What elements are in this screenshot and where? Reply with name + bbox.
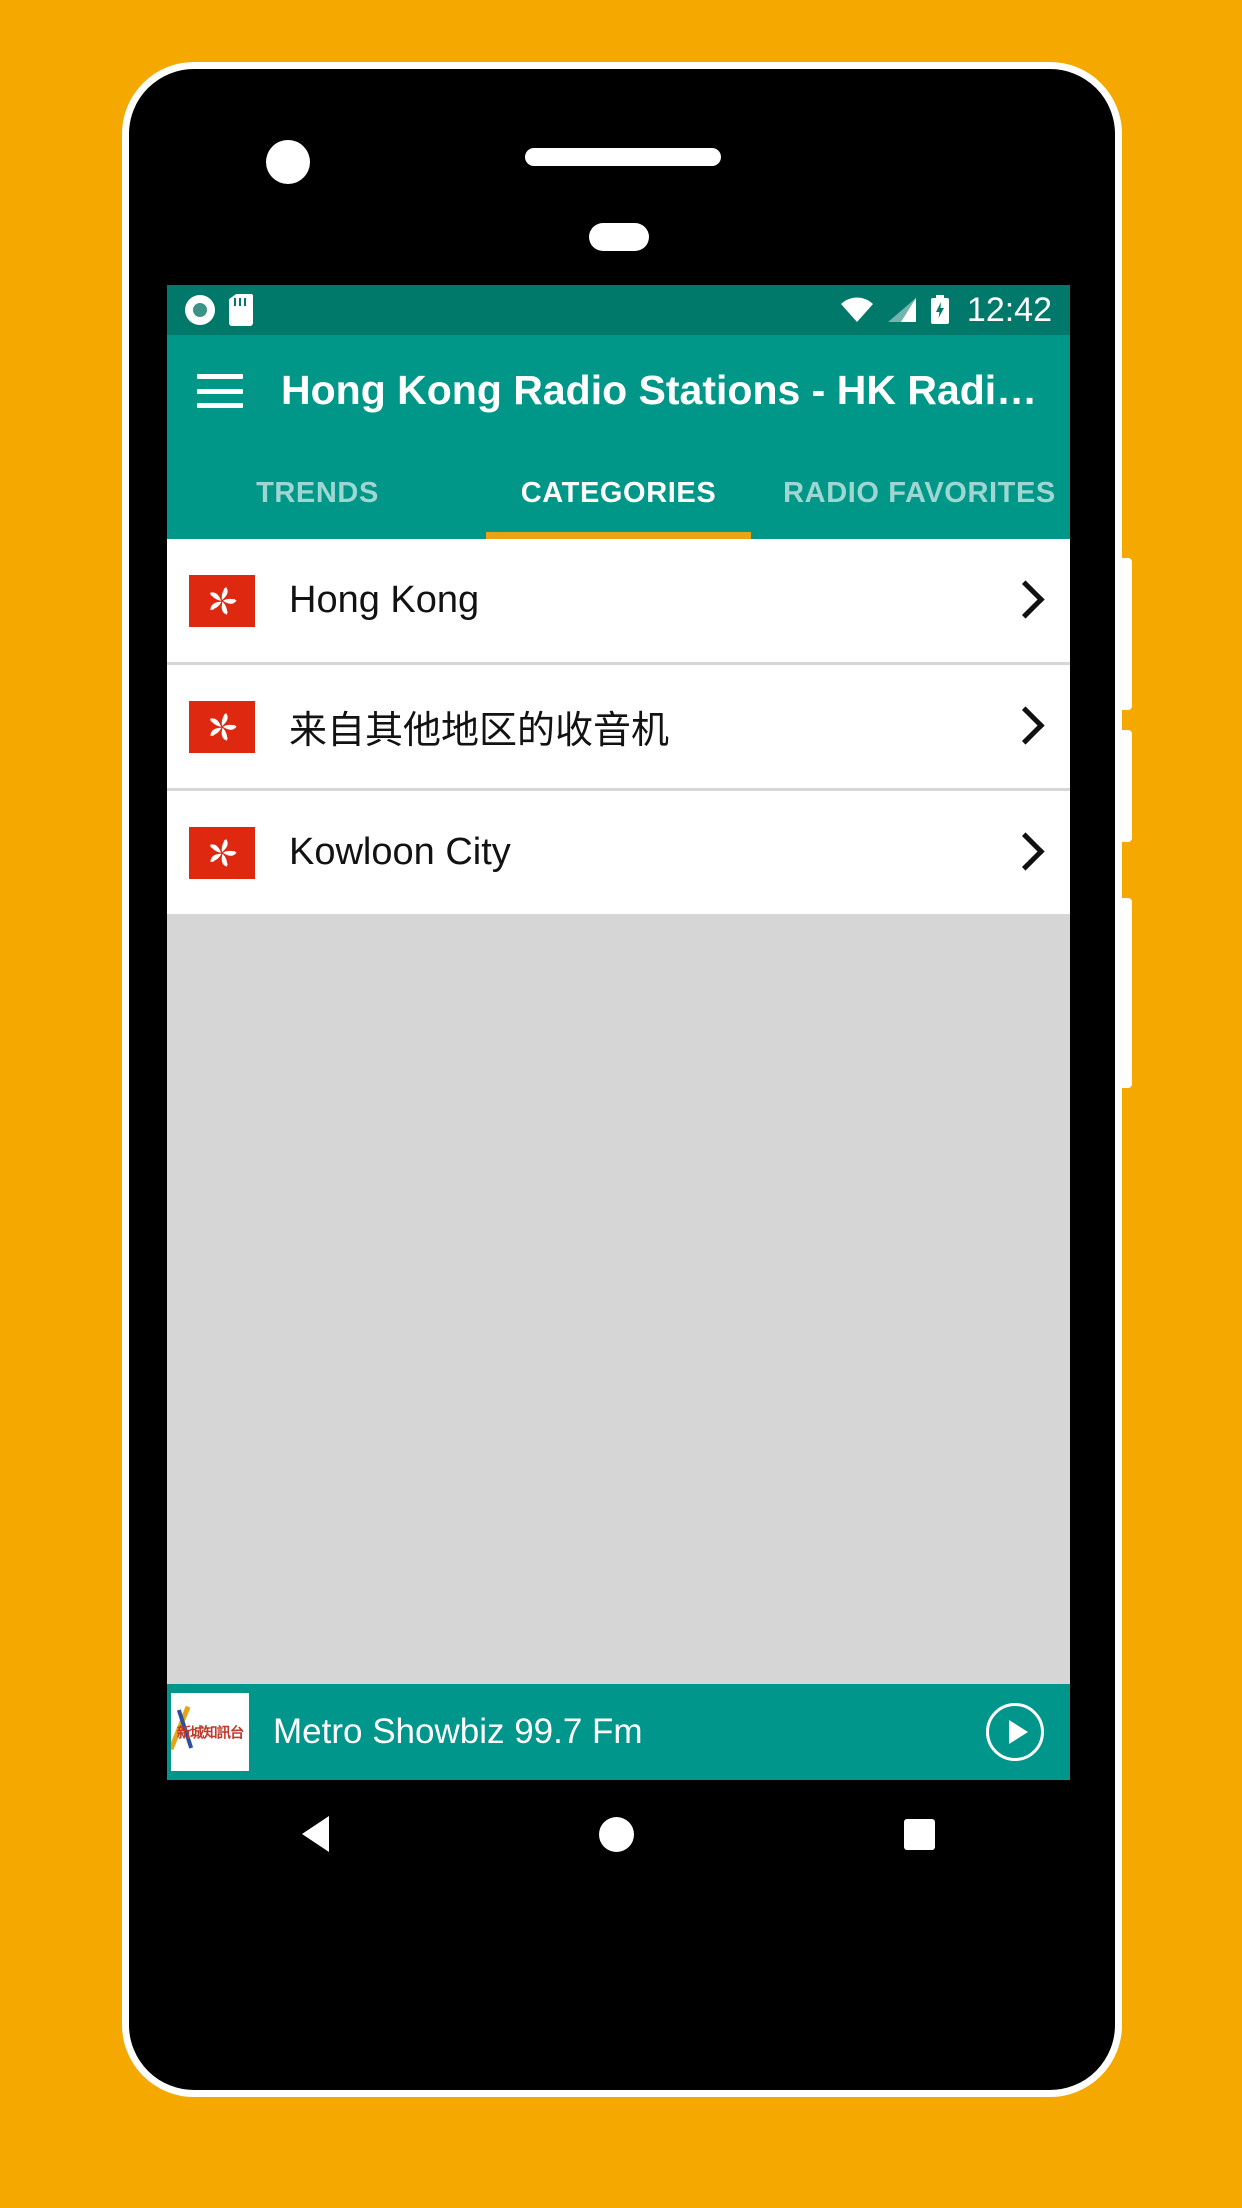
list-item[interactable]: Hong Kong bbox=[167, 539, 1070, 662]
status-bar-left-icons bbox=[185, 294, 253, 326]
chevron-right-icon[interactable] bbox=[1010, 831, 1040, 875]
hamburger-menu-icon[interactable] bbox=[197, 374, 243, 408]
chevron-right-icon[interactable] bbox=[1010, 579, 1040, 623]
sd-card-icon bbox=[229, 294, 253, 326]
proximity-sensor bbox=[589, 223, 649, 251]
cellular-signal-icon bbox=[887, 297, 917, 323]
status-bar-clock: 12:42 bbox=[966, 291, 1052, 329]
now-playing-bar[interactable]: 新城知訊台 Metro Showbiz 99.7 Fm bbox=[167, 1684, 1070, 1780]
status-bar-right-icons: 12:42 bbox=[840, 293, 1052, 327]
list-item-label: Hong Kong bbox=[289, 579, 480, 621]
android-navigation-bar bbox=[167, 1780, 1070, 1888]
hong-kong-flag-icon bbox=[189, 700, 255, 753]
station-thumbnail-text: 新城知訊台 bbox=[176, 1724, 244, 1742]
phone-screen: 12:42 Hong Kong Radio Stations - HK Radi… bbox=[167, 285, 1070, 1780]
recording-dot-icon bbox=[185, 295, 215, 325]
station-thumbnail: 新城知訊台 bbox=[171, 1693, 249, 1771]
home-circle-icon[interactable] bbox=[599, 1816, 634, 1852]
app-bar: Hong Kong Radio Stations - HK Radi… bbox=[167, 335, 1070, 447]
front-camera-icon bbox=[266, 140, 310, 184]
hong-kong-flag-icon bbox=[189, 574, 255, 627]
category-list: Hong Kong 来自其他地区的收音机 Kowloon City bbox=[167, 539, 1070, 1684]
list-item[interactable]: 来自其他地区的收音机 bbox=[167, 665, 1070, 788]
wifi-icon bbox=[840, 297, 874, 323]
now-playing-title: Metro Showbiz 99.7 Fm bbox=[273, 1712, 643, 1751]
play-circle-icon[interactable] bbox=[986, 1703, 1044, 1761]
earpiece-speaker bbox=[525, 148, 721, 166]
status-bar: 12:42 bbox=[167, 285, 1070, 335]
chevron-right-icon[interactable] bbox=[1010, 705, 1040, 749]
list-item[interactable]: Kowloon City bbox=[167, 791, 1070, 914]
list-item-label: Kowloon City bbox=[289, 831, 511, 873]
back-triangle-icon[interactable] bbox=[302, 1816, 329, 1852]
hong-kong-flag-icon bbox=[189, 826, 255, 879]
recents-square-icon[interactable] bbox=[904, 1818, 935, 1850]
tab-bar: TRENDS CATEGORIES RADIO FAVORITES bbox=[167, 447, 1070, 539]
tab-trends[interactable]: TRENDS bbox=[167, 447, 468, 539]
tab-categories[interactable]: CATEGORIES bbox=[468, 447, 769, 539]
page-title: Hong Kong Radio Stations - HK Radi… bbox=[281, 368, 1038, 414]
list-item-label: 来自其他地区的收音机 bbox=[289, 710, 670, 752]
tab-radio-favorites[interactable]: RADIO FAVORITES bbox=[769, 447, 1070, 539]
battery-charging-icon bbox=[930, 295, 950, 325]
